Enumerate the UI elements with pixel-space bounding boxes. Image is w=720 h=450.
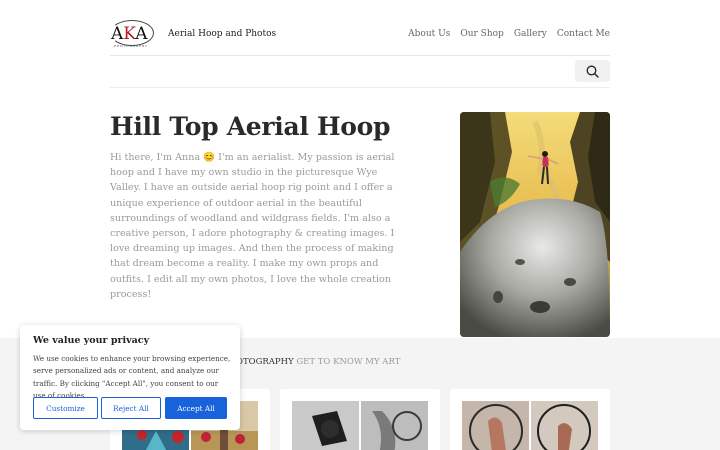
cookie-customize-button[interactable]: Customize — [33, 397, 98, 419]
nav-gallery[interactable]: Gallery — [514, 29, 547, 39]
logo-letters: AKA — [111, 24, 148, 44]
logo-letter-a2: A — [135, 24, 148, 44]
nav-contact-me[interactable]: Contact Me — [557, 29, 610, 39]
nav-our-shop[interactable]: Our Shop — [460, 29, 503, 39]
gallery-card-2[interactable] — [280, 389, 440, 450]
gallery-heading: OTOGRAPHY GET TO KNOW MY ART — [236, 357, 400, 367]
logo-letter-a: A — [111, 24, 124, 44]
main-nav: About Us Our Shop Gallery Contact Me — [408, 29, 610, 39]
search-icon — [586, 65, 599, 78]
cookie-accept-all-button[interactable]: Accept All — [165, 397, 227, 419]
logo-subtitle: PHOTOGRAPHY — [114, 44, 148, 48]
site-header: AKA PHOTOGRAPHY Aerial Hoop and Photos A… — [110, 18, 610, 56]
gallery-heading-sub: GET TO KNOW MY ART — [296, 357, 401, 367]
gallery-photo-2 — [292, 401, 428, 450]
nav-about-us[interactable]: About Us — [408, 29, 450, 39]
gallery-card-3[interactable] — [450, 389, 610, 450]
gallery-card-3-image — [462, 401, 598, 450]
header-divider — [110, 55, 610, 56]
cookie-reject-all-button[interactable]: Reject All — [101, 397, 161, 419]
subheader-divider — [110, 87, 610, 88]
logo-letter-k: K — [123, 24, 136, 44]
gallery-heading-main: OTOGRAPHY — [236, 357, 294, 367]
hero-intro-text: Hi there, I'm Anna 😊 I'm an aerialist. M… — [110, 152, 395, 300]
hero-photo-aerialist-on-rock — [460, 112, 610, 337]
hero-photo-image — [460, 112, 610, 337]
cookie-consent-banner: We value your privacy We use cookies to … — [20, 325, 240, 430]
gallery-photo-3 — [462, 401, 598, 450]
site-logo[interactable]: AKA PHOTOGRAPHY — [110, 20, 158, 50]
cookie-title: We value your privacy — [33, 335, 150, 346]
search-button[interactable] — [575, 60, 610, 82]
page-title: Hill Top Aerial Hoop — [110, 112, 391, 141]
gallery-card-2-image — [292, 401, 428, 450]
site-title[interactable]: Aerial Hoop and Photos — [168, 29, 276, 39]
cookie-text: We use cookies to enhance your browsing … — [33, 354, 231, 400]
